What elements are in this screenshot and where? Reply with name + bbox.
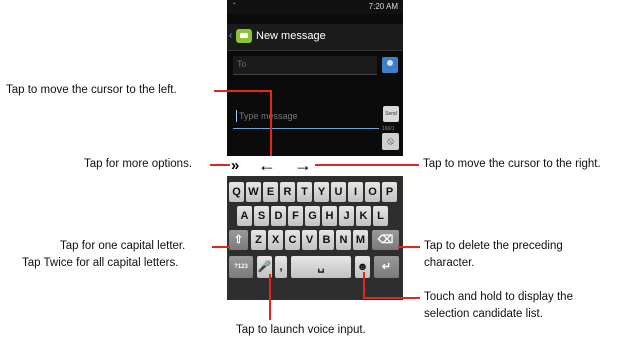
cursor-right-icon[interactable]: → xyxy=(294,155,312,176)
more-options-icon[interactable]: » xyxy=(231,157,239,174)
phone-screen: ˇ 7:20 AM ‹ New message To Type message … xyxy=(227,0,403,300)
callout-candidate-2: selection candidate list. xyxy=(424,308,543,320)
status-bar: ˇ 7:20 AM xyxy=(227,0,403,14)
key-k[interactable]: K xyxy=(356,206,371,226)
key-y[interactable]: Y xyxy=(314,182,329,202)
delete-key[interactable]: ⌫ xyxy=(372,230,399,250)
key-z[interactable]: Z xyxy=(251,230,266,250)
callout-line xyxy=(269,274,271,320)
callout-line xyxy=(214,90,272,92)
key-q[interactable]: Q xyxy=(229,182,244,202)
callout-more-options: Tap for more options. xyxy=(84,158,193,170)
key-c[interactable]: C xyxy=(285,230,300,250)
enter-key[interactable]: ↵ xyxy=(374,256,399,278)
contacts-icon[interactable] xyxy=(382,57,398,73)
keyboard: Q W E R T Y U I O P A S D F G H J K L ⇧ … xyxy=(227,176,403,300)
callout-candidate-1: Touch and hold to display the xyxy=(424,291,573,303)
key-e[interactable]: E xyxy=(263,182,278,202)
character-counter: 160/1 xyxy=(382,126,395,132)
key-v[interactable]: V xyxy=(302,230,317,250)
callout-cursor-left: Tap to move the cursor to the left. xyxy=(6,84,177,96)
attach-icon[interactable]: ⦸ xyxy=(382,133,399,150)
callout-line xyxy=(398,246,420,248)
callout-line xyxy=(210,164,230,166)
back-icon[interactable]: ‹ xyxy=(229,30,232,41)
key-t[interactable]: T xyxy=(297,182,312,202)
key-i[interactable]: I xyxy=(348,182,363,202)
key-p[interactable]: P xyxy=(382,182,397,202)
text-cursor xyxy=(236,110,237,122)
message-placeholder: Type message xyxy=(239,111,298,121)
cursor-toolbar: » ← → xyxy=(227,155,403,176)
callout-line xyxy=(315,164,419,166)
shift-key[interactable]: ⇧ xyxy=(229,230,248,250)
callout-cursor-right: Tap to move the cursor to the right. xyxy=(423,158,601,170)
callout-capital-all: Tap Twice for all capital letters. xyxy=(22,257,179,269)
symbols-key[interactable]: ?123 xyxy=(229,256,253,278)
callout-capital-one: Tap for one capital letter. xyxy=(60,240,186,252)
callout-voice: Tap to launch voice input. xyxy=(236,324,366,336)
key-a[interactable]: A xyxy=(237,206,252,226)
key-r[interactable]: R xyxy=(280,182,295,202)
callout-delete-1: Tap to delete the preceding xyxy=(424,240,563,252)
status-time: 7:20 AM xyxy=(368,2,398,11)
comma-key[interactable]: , xyxy=(275,256,287,278)
key-o[interactable]: O xyxy=(365,182,380,202)
signal-icon: ˇ xyxy=(233,2,236,11)
key-f[interactable]: F xyxy=(288,206,303,226)
space-key[interactable]: ␣ xyxy=(291,256,351,278)
key-l[interactable]: L xyxy=(373,206,388,226)
send-button[interactable]: Send xyxy=(383,106,399,122)
key-j[interactable]: J xyxy=(339,206,354,226)
key-h[interactable]: H xyxy=(322,206,337,226)
key-w[interactable]: W xyxy=(246,182,261,202)
key-g[interactable]: G xyxy=(305,206,320,226)
messaging-app-icon xyxy=(236,29,252,43)
key-m[interactable]: M xyxy=(353,230,368,250)
message-input[interactable]: Type message xyxy=(233,106,379,129)
callout-line xyxy=(212,246,230,248)
callout-line xyxy=(363,297,420,299)
cursor-left-icon[interactable]: ← xyxy=(258,155,276,176)
callout-line xyxy=(270,90,272,156)
callout-line xyxy=(363,272,365,299)
key-s[interactable]: S xyxy=(254,206,269,226)
key-u[interactable]: U xyxy=(331,182,346,202)
key-b[interactable]: B xyxy=(319,230,334,250)
title-bar: ‹ New message xyxy=(227,24,403,51)
page-title: New message xyxy=(256,30,326,42)
key-x[interactable]: X xyxy=(268,230,283,250)
recipient-placeholder: To xyxy=(237,59,247,69)
key-n[interactable]: N xyxy=(336,230,351,250)
key-d[interactable]: D xyxy=(271,206,286,226)
callout-delete-2: character. xyxy=(424,257,475,269)
recipient-field[interactable]: To xyxy=(233,56,377,75)
